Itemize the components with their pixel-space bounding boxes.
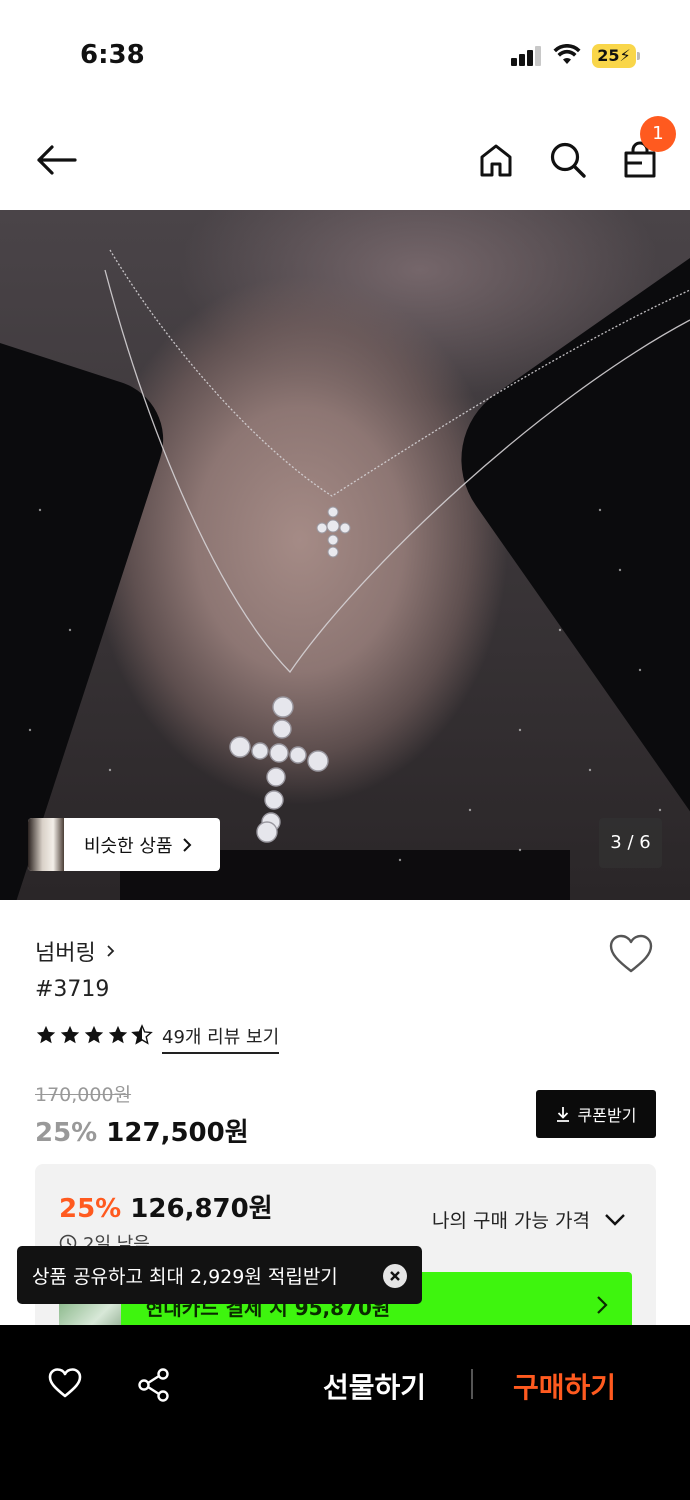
toast-close-button[interactable]: [383, 1264, 407, 1288]
close-icon: [390, 1271, 400, 1281]
member-discount: 25%: [59, 1194, 122, 1224]
rating-stars: [35, 1024, 153, 1046]
sale-price-row: 25% 127,500원: [35, 1112, 249, 1149]
product-name: #3719: [35, 977, 110, 1002]
discount-rate: 25%: [35, 1118, 98, 1148]
back-button[interactable]: [32, 136, 80, 184]
half-star-icon: [131, 1024, 153, 1045]
member-price: 25% 126,870원: [59, 1188, 273, 1225]
buy-button[interactable]: 구매하기: [513, 1366, 616, 1406]
star-icon: [36, 1025, 56, 1044]
search-icon: [550, 142, 586, 178]
back-arrow-icon: [37, 145, 77, 175]
star-icon: [108, 1025, 128, 1044]
cart-count-badge: 1: [640, 116, 676, 152]
download-icon: [556, 1107, 569, 1122]
battery-nub: [637, 52, 640, 60]
status-bar: 6:38 25⚡: [0, 0, 690, 110]
share-icon[interactable]: [136, 1367, 172, 1403]
brand-name: 넘버링: [35, 941, 96, 966]
chevron-right-icon: [107, 945, 115, 957]
star-icon: [60, 1025, 80, 1044]
coupon-button[interactable]: 쿠폰받기: [536, 1090, 656, 1138]
similar-product-thumbnail: [28, 818, 64, 871]
review-link[interactable]: 49개 리뷰 보기: [162, 1023, 280, 1054]
top-nav: [0, 110, 690, 210]
similar-products-button[interactable]: 비슷한 상품: [28, 818, 220, 871]
wifi-icon: [553, 44, 581, 64]
similar-products-label: 비슷한 상품: [84, 835, 173, 857]
home-icon: [480, 144, 512, 177]
product-image-gallery[interactable]: 비슷한 상품 3 / 6: [0, 210, 690, 900]
search-button[interactable]: [544, 136, 592, 184]
share-reward-toast: 상품 공유하고 최대 2,929원 적립받기: [17, 1246, 422, 1304]
gift-button[interactable]: 선물하기: [323, 1366, 426, 1406]
toast-message: 상품 공유하고 최대 2,929원 적립받기: [32, 1265, 338, 1288]
image-page-indicator: 3 / 6: [599, 818, 662, 868]
member-price-value: 126,870원: [130, 1194, 273, 1224]
coupon-label: 쿠폰받기: [577, 1106, 637, 1125]
heart-icon[interactable]: [47, 1367, 83, 1399]
status-time: 6:38: [80, 40, 145, 70]
signal-icon: [511, 46, 543, 66]
necklace-illustration: [28, 249, 690, 862]
original-price: 170,000원: [35, 1084, 132, 1106]
sale-price: 127,500원: [106, 1118, 249, 1148]
brand-link[interactable]: 넘버링: [35, 935, 116, 967]
bottom-action-bar: 선물하기 구매하기: [0, 1325, 690, 1500]
chevron-down-icon: [605, 1213, 625, 1226]
battery-indicator: 25⚡: [592, 44, 636, 68]
chevron-right-icon: [597, 1296, 608, 1314]
wishlist-heart-icon[interactable]: [608, 934, 654, 974]
star-icon: [84, 1025, 104, 1044]
my-price-toggle[interactable]: 나의 구매 가능 가격: [432, 1206, 626, 1233]
home-button[interactable]: [472, 136, 520, 184]
chevron-right-icon: [182, 837, 191, 852]
bottom-divider: [471, 1369, 473, 1399]
my-price-label: 나의 구매 가능 가격: [432, 1210, 590, 1232]
